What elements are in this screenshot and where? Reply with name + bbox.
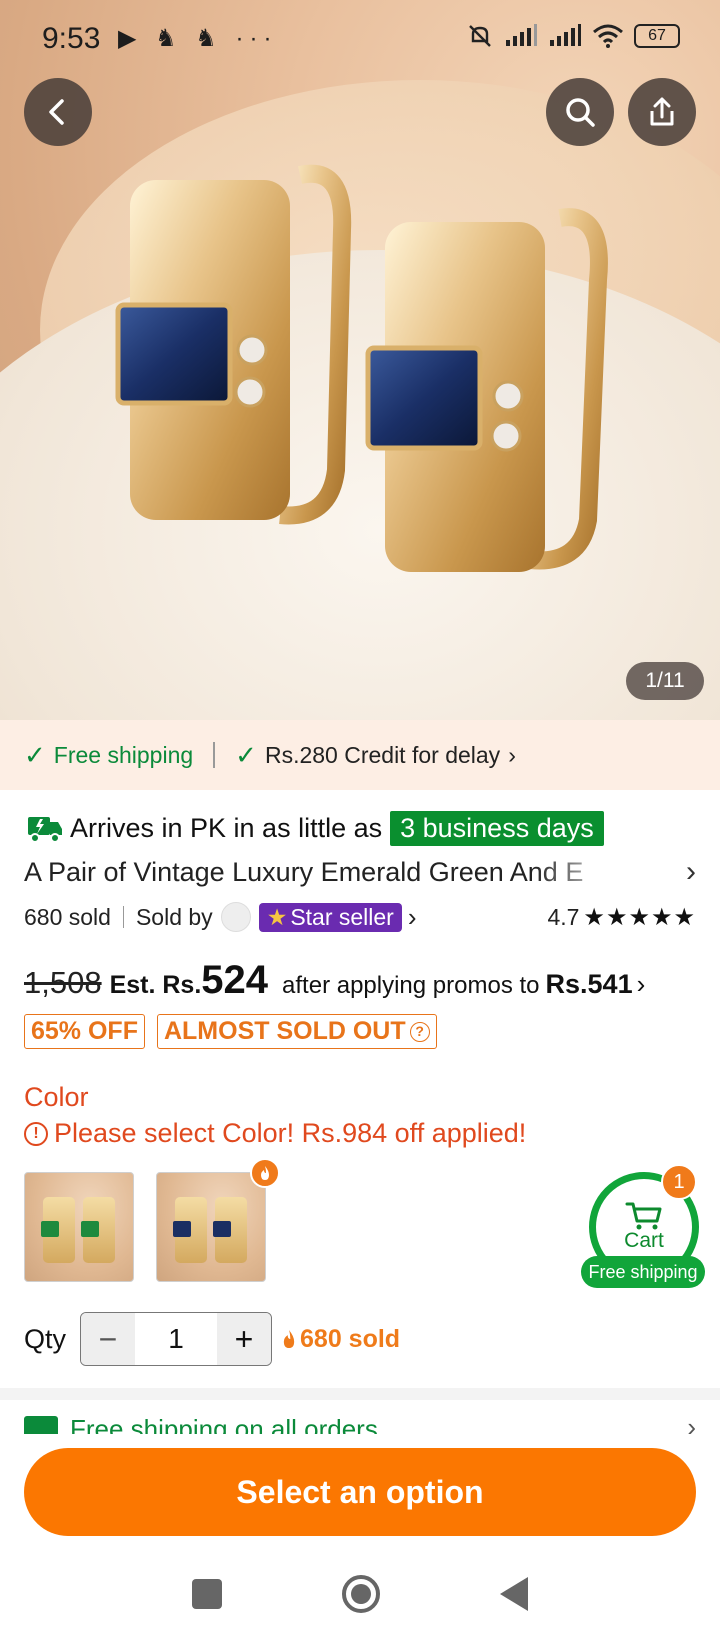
qty-sold-text: 680 sold bbox=[300, 1324, 401, 1353]
mute-bell-icon bbox=[469, 25, 491, 47]
cart-count-badge: 1 bbox=[661, 1164, 697, 1200]
recents-button[interactable] bbox=[192, 1579, 222, 1609]
section-divider bbox=[0, 1388, 720, 1400]
product-rating[interactable]: 4.7 ★★★★★ bbox=[547, 903, 696, 932]
flame-icon bbox=[250, 1158, 280, 1188]
search-icon bbox=[566, 98, 595, 127]
chevron-right-icon: › bbox=[687, 1412, 696, 1434]
free-shipping-section-peek[interactable]: Free shipping on all orders › bbox=[24, 1412, 696, 1434]
cart-label: Cart bbox=[624, 1229, 664, 1252]
chevron-right-icon: › bbox=[636, 969, 646, 999]
cart-icon bbox=[625, 1202, 662, 1230]
floating-cart-button[interactable]: Cart 1 Free shipping bbox=[581, 1164, 705, 1290]
delay-credit-link[interactable]: ✓ Rs.280 Credit for delay › bbox=[235, 740, 516, 771]
help-icon[interactable]: ? bbox=[409, 1021, 430, 1042]
gem-thumb bbox=[213, 1221, 231, 1237]
tags-row: 65% OFF ALMOST SOLD OUT ? bbox=[24, 1014, 437, 1049]
status-right-icons: 67 bbox=[466, 22, 680, 50]
flame-icon bbox=[283, 1330, 295, 1348]
chevron-right-icon[interactable]: › bbox=[408, 902, 417, 933]
product-image[interactable]: 9:53 ▶ ♞ ♞ ··· 67 1/11 bbox=[0, 0, 720, 720]
stock-tag[interactable]: ALMOST SOLD OUT ? bbox=[156, 1014, 437, 1049]
delivery-days-badge: 3 business days bbox=[390, 810, 604, 846]
quantity-stepper: − 1 + bbox=[80, 1312, 273, 1366]
select-option-button[interactable]: Select an option bbox=[24, 1448, 696, 1536]
back-button[interactable] bbox=[24, 78, 92, 146]
color-option-green[interactable] bbox=[24, 1172, 134, 1282]
warning-icon: ! bbox=[24, 1121, 48, 1146]
color-warning-text: Please select Color! Rs.984 off applied! bbox=[54, 1118, 527, 1148]
image-page-indicator: 1/11 bbox=[626, 662, 704, 700]
delivery-estimate: Arrives in PK in as little as 3 business… bbox=[24, 806, 604, 850]
increment-button[interactable]: + bbox=[217, 1313, 272, 1365]
rating-value: 4.7 bbox=[547, 903, 580, 930]
est-price-value: 524 bbox=[201, 958, 269, 1002]
check-icon: ✓ bbox=[24, 739, 46, 770]
gem-thumb bbox=[173, 1221, 191, 1237]
check-icon: ✓ bbox=[235, 739, 257, 770]
product-title-row[interactable]: A Pair of Vintage Luxury Emerald Green A… bbox=[24, 852, 696, 892]
chevron-left-icon bbox=[49, 99, 64, 125]
free-shipping-all-orders: Free shipping on all orders bbox=[70, 1414, 378, 1434]
discount-tag: 65% OFF bbox=[24, 1014, 145, 1049]
color-label: Color bbox=[24, 1082, 89, 1112]
product-title: A Pair of Vintage Luxury Emerald Green A… bbox=[24, 856, 584, 887]
sold-count: 680 sold bbox=[24, 903, 111, 930]
color-option-blue[interactable] bbox=[156, 1172, 266, 1282]
qty-label: Qty bbox=[24, 1323, 67, 1354]
free-shipping-info: ✓ Free shipping bbox=[24, 740, 193, 771]
divider bbox=[122, 906, 124, 928]
gem-thumb bbox=[81, 1221, 99, 1237]
home-button[interactable] bbox=[342, 1575, 380, 1613]
delivery-text: Arrives in PK in as little as bbox=[70, 812, 383, 843]
stock-tag-label: ALMOST SOLD OUT bbox=[163, 1017, 406, 1045]
price-row[interactable]: 1,508 Est. Rs. 524 after applying promos… bbox=[24, 958, 704, 1006]
battery-icon: 67 bbox=[634, 24, 680, 48]
search-button[interactable] bbox=[546, 78, 614, 146]
cart-free-shipping: Free shipping bbox=[581, 1256, 705, 1288]
signal-icon bbox=[506, 24, 537, 46]
delay-credit-label: Rs.280 Credit for delay bbox=[264, 741, 501, 768]
seller-avatar[interactable] bbox=[220, 902, 251, 932]
color-warning: ! Please select Color! Rs.984 off applie… bbox=[24, 1118, 526, 1149]
rating-stars: ★★★★★ bbox=[583, 903, 696, 931]
star-seller-badge[interactable]: ★ Star seller bbox=[258, 902, 402, 932]
promo-text: after applying promos to bbox=[282, 972, 540, 999]
original-price: 1,508 bbox=[24, 965, 102, 1000]
status-time: 9:53 bbox=[42, 22, 101, 55]
qty-sold-info: 680 sold bbox=[280, 1325, 400, 1354]
system-nav-bar bbox=[0, 1548, 720, 1640]
divider bbox=[213, 742, 216, 768]
quantity-row: Qty − 1 + 680 sold bbox=[24, 1312, 400, 1366]
gem-thumb bbox=[41, 1221, 59, 1237]
shipping-strip[interactable]: ✓ Free shipping ✓ Rs.280 Credit for dela… bbox=[0, 720, 720, 790]
chevron-right-icon: › bbox=[686, 855, 696, 888]
share-button[interactable] bbox=[628, 78, 696, 146]
free-shipping-label: Free shipping bbox=[53, 741, 194, 768]
fast-truck-icon bbox=[28, 817, 62, 843]
promo-price: Rs.541 bbox=[545, 969, 633, 999]
decrement-button[interactable]: − bbox=[81, 1313, 136, 1365]
bottom-action-bar: Select an option bbox=[0, 1434, 720, 1542]
notification-icons: ▶ ♞ ♞ ··· bbox=[118, 25, 278, 52]
chevron-right-icon: › bbox=[508, 741, 516, 768]
wifi-icon bbox=[593, 24, 623, 48]
star-seller-label: Star seller bbox=[290, 903, 394, 930]
back-nav-button[interactable] bbox=[500, 1577, 528, 1611]
seller-row: 680 sold Sold by ★ Star seller › 4.7 ★★★… bbox=[24, 898, 696, 936]
sold-by-label: Sold by bbox=[135, 903, 213, 930]
star-icon: ★ bbox=[266, 903, 288, 930]
est-price-label: Est. Rs. bbox=[109, 971, 202, 999]
quantity-value[interactable]: 1 bbox=[135, 1313, 218, 1365]
signal-icon-2 bbox=[550, 24, 581, 46]
share-icon bbox=[650, 97, 674, 126]
status-bar: 9:53 ▶ ♞ ♞ ··· 67 bbox=[0, 0, 720, 80]
